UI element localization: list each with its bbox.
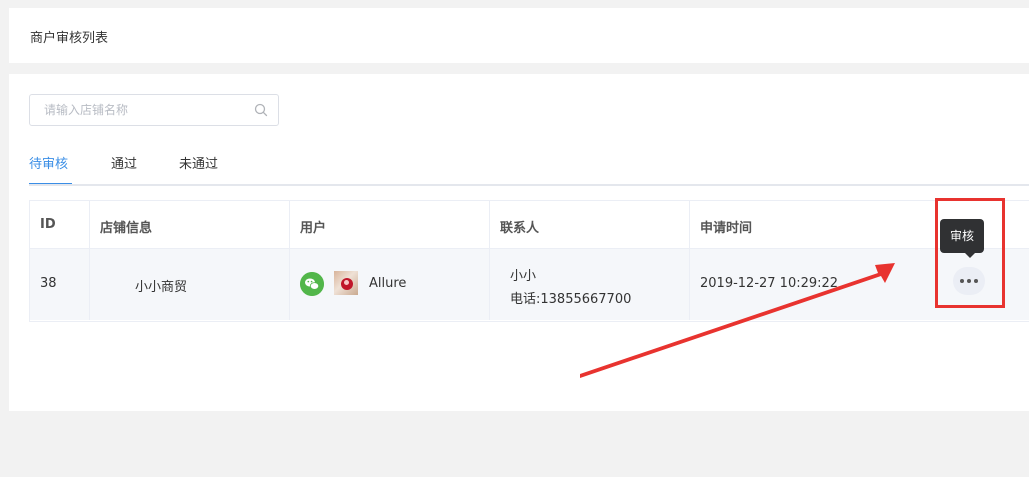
- annotation-arrow-icon: [580, 263, 895, 378]
